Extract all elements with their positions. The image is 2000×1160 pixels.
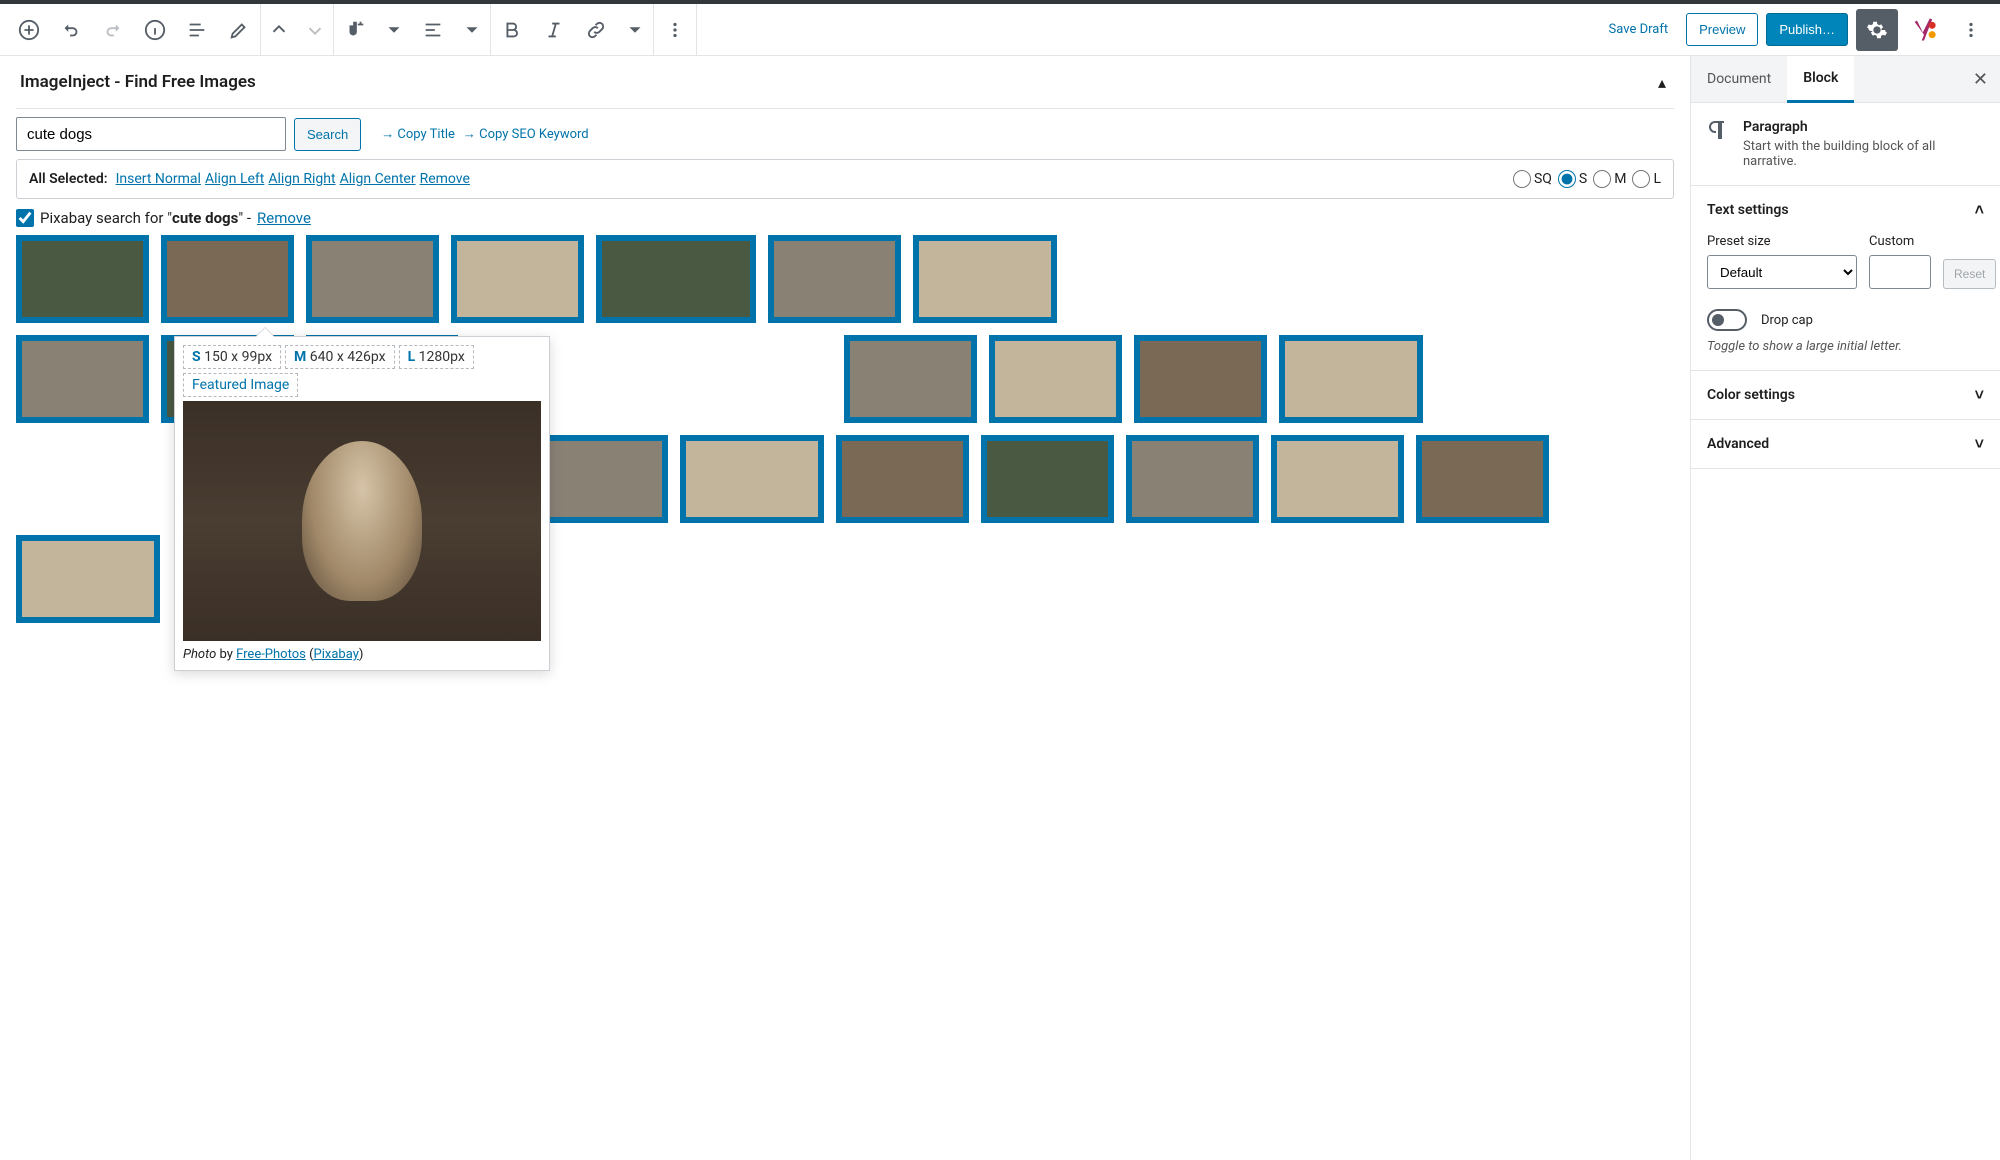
size-m-radio[interactable]: M (1593, 170, 1626, 188)
thumb[interactable] (596, 235, 756, 323)
more-format-dropdown[interactable] (617, 9, 653, 51)
thumb[interactable] (16, 235, 149, 323)
redo-button[interactable] (92, 9, 134, 51)
copy-seo-link[interactable]: → Copy SEO Keyword (463, 126, 589, 142)
thumb[interactable] (16, 335, 149, 423)
search-button[interactable]: Search (294, 118, 361, 151)
thumb-gap (1069, 235, 1549, 323)
thumb[interactable] (306, 235, 439, 323)
align-button[interactable] (412, 9, 454, 51)
yoast-icon[interactable] (1906, 12, 1942, 48)
chevron-down-icon: ˅ (1975, 385, 1984, 405)
thumb[interactable] (1279, 335, 1423, 423)
panel-title: ImageInject - Find Free Images (20, 72, 256, 92)
preview-button[interactable]: Preview (1686, 13, 1758, 46)
edit-button[interactable] (218, 9, 260, 51)
link-button[interactable] (575, 9, 617, 51)
color-settings-header[interactable]: Color settings˅ (1691, 371, 2000, 419)
insert-normal-link[interactable]: Insert Normal (116, 171, 201, 187)
source-checkbox[interactable] (16, 209, 34, 227)
thumbnail-grid: S 150 x 99px M 640 x 426px L 1280px Feat… (16, 235, 1674, 623)
size-s-radio[interactable]: S (1558, 170, 1587, 188)
thumb[interactable] (535, 435, 668, 523)
advanced-header[interactable]: Advanced˅ (1691, 420, 2000, 468)
size-sq-radio[interactable]: SQ (1513, 170, 1552, 188)
custom-size-label: Custom (1869, 234, 1931, 249)
settings-sidebar: Document Block ✕ Paragraph Start with th… (1690, 56, 2000, 1160)
move-down-button[interactable] (297, 9, 333, 51)
italic-button[interactable] (533, 9, 575, 51)
featured-image-chip[interactable]: Featured Image (183, 373, 298, 397)
photo-credit: Photo by Free-Photos (Pixabay) (183, 641, 541, 662)
all-selected-label: All Selected: (29, 171, 108, 187)
editor-toolbar: Save Draft Preview Publish… (0, 0, 2000, 56)
thumb[interactable] (913, 235, 1057, 323)
custom-size-input[interactable] (1869, 255, 1931, 289)
thumb[interactable] (844, 335, 977, 423)
editor-more-button[interactable] (1950, 9, 1992, 51)
align-right-link[interactable]: Align Right (268, 171, 335, 187)
block-name: Paragraph (1743, 119, 1984, 135)
settings-button[interactable] (1856, 9, 1898, 51)
preset-size-label: Preset size (1707, 234, 1857, 249)
thumb[interactable] (1416, 435, 1549, 523)
thumb[interactable] (981, 435, 1114, 523)
imageinject-panel-header: ImageInject - Find Free Images ▴ (16, 56, 1674, 109)
move-up-button[interactable] (261, 9, 297, 51)
size-s-chip[interactable]: S 150 x 99px (183, 345, 281, 369)
block-type-button[interactable] (334, 9, 376, 51)
align-center-link[interactable]: Align Center (340, 171, 416, 187)
block-description: Start with the building block of all nar… (1743, 139, 1984, 169)
image-popover: S 150 x 99px M 640 x 426px L 1280px Feat… (174, 336, 550, 671)
undo-button[interactable] (50, 9, 92, 51)
size-m-chip[interactable]: M 640 x 426px (285, 345, 395, 369)
text-settings-header[interactable]: Text settings˄ (1691, 186, 2000, 234)
copy-title-link[interactable]: → Copy Title (381, 126, 455, 142)
selection-bar: All Selected: Insert Normal Align Left A… (16, 159, 1674, 199)
preset-size-select[interactable]: Default (1707, 255, 1857, 289)
chevron-up-icon: ˄ (1975, 200, 1984, 220)
thumb[interactable] (680, 435, 824, 523)
align-dropdown[interactable] (454, 9, 490, 51)
thumb[interactable] (768, 235, 901, 323)
thumb[interactable] (1271, 435, 1404, 523)
search-input[interactable] (16, 117, 286, 151)
remove-link[interactable]: Remove (420, 171, 470, 187)
align-left-link[interactable]: Align Left (205, 171, 264, 187)
thumb[interactable] (451, 235, 584, 323)
tab-document[interactable]: Document (1691, 57, 1787, 101)
chevron-down-icon: ˅ (1975, 434, 1984, 454)
collapse-icon[interactable]: ▴ (1658, 73, 1666, 92)
outline-button[interactable] (176, 9, 218, 51)
dropcap-toggle[interactable] (1707, 309, 1747, 331)
dropcap-hint: Toggle to show a large initial letter. (1707, 339, 1984, 354)
thumb[interactable] (16, 535, 160, 623)
add-block-button[interactable] (8, 9, 50, 51)
block-type-dropdown[interactable] (376, 9, 412, 51)
size-l-chip[interactable]: L 1280px (399, 345, 474, 369)
close-sidebar-button[interactable]: ✕ (1961, 69, 2000, 90)
popover-preview (183, 401, 541, 641)
paragraph-icon (1707, 119, 1731, 143)
thumb[interactable] (989, 335, 1122, 423)
tab-block[interactable]: Block (1787, 56, 1854, 103)
block-more-button[interactable] (654, 9, 696, 51)
reset-button[interactable]: Reset (1943, 259, 1996, 289)
thumb[interactable] (1126, 435, 1259, 523)
save-draft-link[interactable]: Save Draft (1599, 14, 1679, 45)
thumb[interactable] (1134, 335, 1267, 423)
size-l-radio[interactable]: L (1632, 170, 1661, 188)
info-button[interactable] (134, 9, 176, 51)
source-remove-link[interactable]: Remove (257, 209, 311, 227)
dropcap-label: Drop cap (1761, 313, 1813, 328)
bold-button[interactable] (491, 9, 533, 51)
source-label: Pixabay search for "cute dogs" - (40, 209, 251, 227)
thumb[interactable] (161, 235, 294, 323)
source-link[interactable]: Pixabay (314, 647, 359, 662)
thumb[interactable] (836, 435, 969, 523)
author-link[interactable]: Free-Photos (236, 647, 306, 662)
publish-button[interactable]: Publish… (1766, 13, 1848, 46)
